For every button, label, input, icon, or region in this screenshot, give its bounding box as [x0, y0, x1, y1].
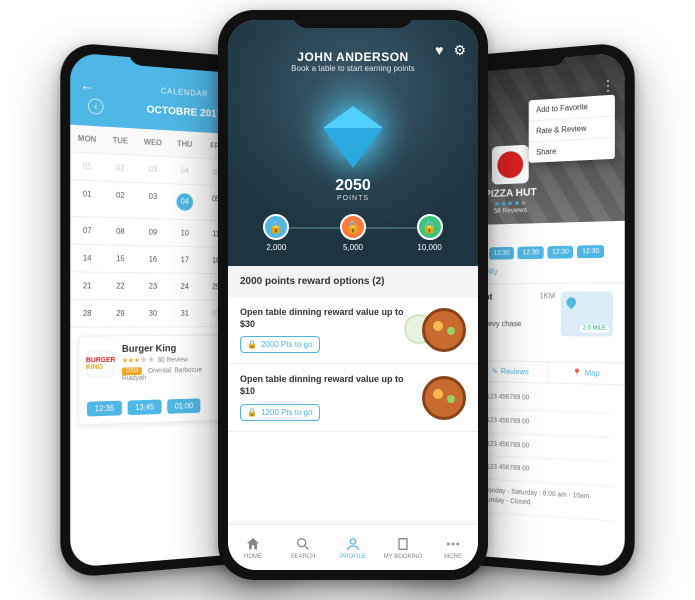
tier-progress: 🔒2,000 🔒5,000 🔒10,000: [238, 214, 468, 252]
tab-booking[interactable]: MY BOOKING: [378, 525, 428, 570]
rewards-header: 2000 points reward options (2): [228, 266, 478, 297]
lock-icon: 🔒: [247, 408, 257, 417]
day-cell[interactable]: 02: [104, 182, 137, 219]
distance-label: 1KM: [540, 292, 556, 308]
points-label: POINTS: [238, 195, 468, 202]
tab-more[interactable]: MORE: [428, 525, 478, 570]
day-cell[interactable]: 10: [169, 220, 201, 248]
notch: [293, 10, 413, 28]
star-icon: ★★★: [122, 358, 140, 365]
day-cell[interactable]: 28: [70, 300, 104, 328]
time-slot-button[interactable]: 12:35: [87, 401, 122, 417]
day-cell[interactable]: 07: [70, 217, 104, 245]
burger-king-logo-icon: BURGERKING: [87, 350, 114, 378]
city-text: Riadyah: [122, 374, 202, 382]
more-icon: [445, 536, 461, 552]
lock-icon: 🔒: [417, 214, 443, 240]
gear-icon[interactable]: ⚙: [453, 42, 466, 59]
food-bowl-icon: [422, 376, 466, 420]
mini-map[interactable]: 2.0 MILE: [561, 291, 613, 336]
diamond-icon: [298, 83, 408, 173]
day-cell[interactable]: 24: [169, 273, 201, 300]
tab-profile[interactable]: PROFILE: [328, 525, 378, 570]
dow: MON: [70, 125, 104, 154]
more-icon[interactable]: ⋮: [601, 77, 615, 95]
day-cell[interactable]: 01: [70, 152, 104, 181]
tab-home[interactable]: HOME: [228, 525, 278, 570]
dow: WEO: [137, 129, 169, 158]
lock-icon: 🔒: [263, 214, 289, 240]
reward-item[interactable]: Open table dinning reward value up to $3…: [228, 297, 478, 364]
points-to-go-button[interactable]: 🔒2000 Pts to go: [240, 336, 320, 353]
day-cell[interactable]: 16: [137, 246, 169, 274]
day-cell[interactable]: 04: [169, 157, 201, 185]
day-cell[interactable]: 17: [169, 247, 201, 274]
menu-share[interactable]: Share: [529, 138, 615, 163]
reward-item[interactable]: Open table dinning reward value up to $1…: [228, 364, 478, 431]
prev-month-button[interactable]: ‹: [88, 98, 104, 115]
points-to-go-button[interactable]: 🔒1200 Pts to go: [240, 404, 320, 421]
tab-bar: HOME SEARCH PROFILE MY BOOKING MORE: [228, 524, 478, 570]
review-count: 30 Review: [157, 357, 187, 364]
time-slot-button[interactable]: 12:30: [489, 247, 514, 260]
home-icon: [245, 536, 261, 552]
day-cell[interactable]: 21: [70, 272, 104, 300]
dow: TUE: [104, 127, 137, 156]
day-cell[interactable]: 08: [104, 218, 137, 246]
day-cell[interactable]: 02: [104, 154, 137, 183]
pin-icon: 📍: [572, 368, 582, 377]
clipboard-icon: [395, 536, 411, 552]
pizza-hut-logo-icon: [492, 145, 529, 185]
time-slot-button[interactable]: 12:30: [518, 246, 544, 259]
reward-title: Open table dinning reward value up to $1…: [240, 374, 412, 397]
day-cell[interactable]: 31: [169, 300, 201, 327]
map-link[interactable]: 📍Map: [547, 362, 625, 384]
day-cell[interactable]: 14: [70, 245, 104, 273]
tier-5000[interactable]: 🔒5,000: [340, 214, 366, 252]
day-cell[interactable]: 03: [137, 183, 169, 220]
lock-icon: 🔒: [340, 214, 366, 240]
reward-title: Open table dinning reward value up to $3…: [240, 307, 412, 330]
dropdown-menu: Add to Favorite Rate & Review Share: [529, 95, 615, 163]
profile-header: ♥ ⚙ JOHN ANDERSON Book a table to start …: [228, 20, 478, 266]
day-cell[interactable]: 03: [137, 156, 169, 184]
time-slot-button[interactable]: 01:00: [167, 398, 200, 413]
day-cell[interactable]: 29: [104, 300, 137, 327]
day-cell[interactable]: 01: [70, 180, 104, 218]
time-slot-button[interactable]: 12:30: [577, 245, 604, 258]
tier-2000[interactable]: 🔒2,000: [263, 214, 289, 252]
time-slot-button[interactable]: 12:30: [547, 246, 573, 259]
day-cell-selected[interactable]: 04: [169, 184, 201, 220]
day-cell[interactable]: 30: [137, 300, 169, 327]
day-cell[interactable]: 15: [104, 245, 137, 273]
dow: THU: [169, 130, 201, 158]
day-cell[interactable]: 23: [137, 273, 169, 300]
day-cell[interactable]: 09: [137, 219, 169, 247]
phone-profile: ♥ ⚙ JOHN ANDERSON Book a table to start …: [218, 10, 488, 580]
map-distance-badge: 2.0 MILE: [580, 325, 609, 333]
cuisine-text: Oriental, Barbocue: [148, 367, 202, 375]
profile-icon: [345, 536, 361, 552]
heart-icon[interactable]: ♥: [435, 42, 443, 59]
food-bowl-icon: [422, 308, 466, 352]
day-cell[interactable]: 22: [104, 273, 137, 301]
lock-icon: 🔒: [247, 340, 257, 349]
search-icon: [295, 536, 311, 552]
profile-name: JOHN ANDERSON: [238, 50, 468, 64]
tab-search[interactable]: SEARCH: [278, 525, 328, 570]
chat-icon: ✎: [492, 367, 498, 376]
calendar-month: OCTOBRE 2017: [146, 104, 222, 120]
tier-10000[interactable]: 🔒10,000: [417, 214, 443, 252]
time-slot-button[interactable]: 13:45: [128, 400, 162, 416]
